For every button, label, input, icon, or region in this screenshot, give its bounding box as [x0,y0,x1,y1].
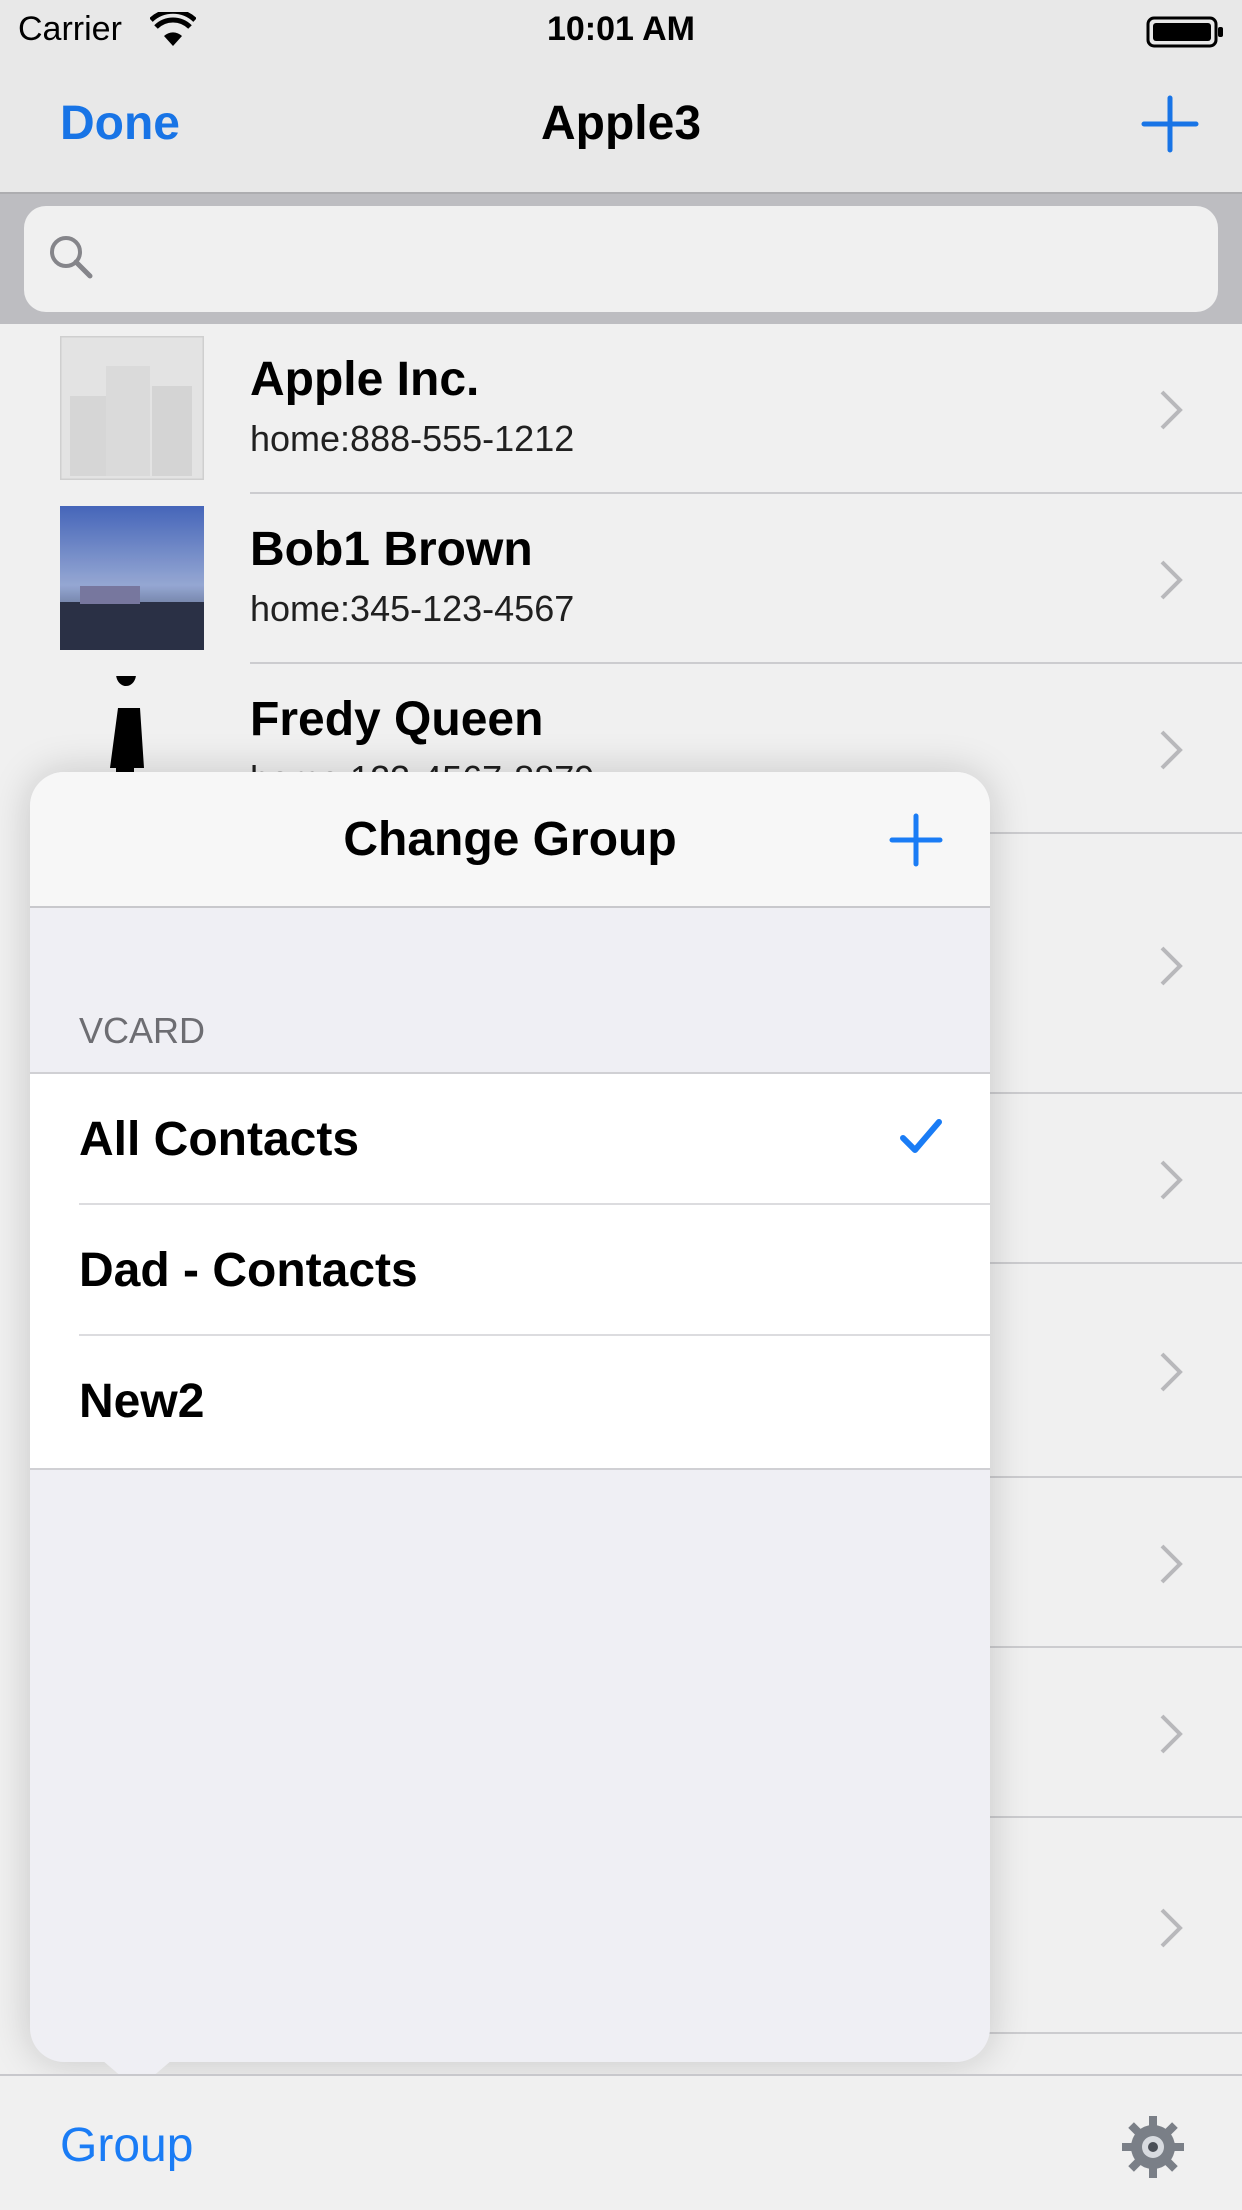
popover-header: Change Group [30,772,990,908]
group-button[interactable]: Group [60,2118,193,2173]
gear-icon[interactable] [1120,2114,1186,2180]
group-label: All Contacts [79,1113,360,1166]
bottom-toolbar: Group [0,2074,1242,2210]
group-label: Dad - Contacts [79,1244,418,1297]
section-header: VCARD [79,1010,206,1051]
group-label: New2 [79,1375,205,1428]
popover-title: Change Group [343,813,677,866]
group-item-all-contacts[interactable]: All Contacts [30,1074,990,1205]
plus-icon[interactable] [888,812,944,868]
group-item-new2[interactable]: New2 [30,1336,990,1467]
group-list: All Contacts Dad - Contacts New2 [30,1072,990,1470]
change-group-popover: Change Group VCARD All Contacts Dad - Co… [30,772,990,2062]
group-item-dad-contacts[interactable]: Dad - Contacts [30,1205,990,1336]
checkmark-icon [900,1119,942,1153]
